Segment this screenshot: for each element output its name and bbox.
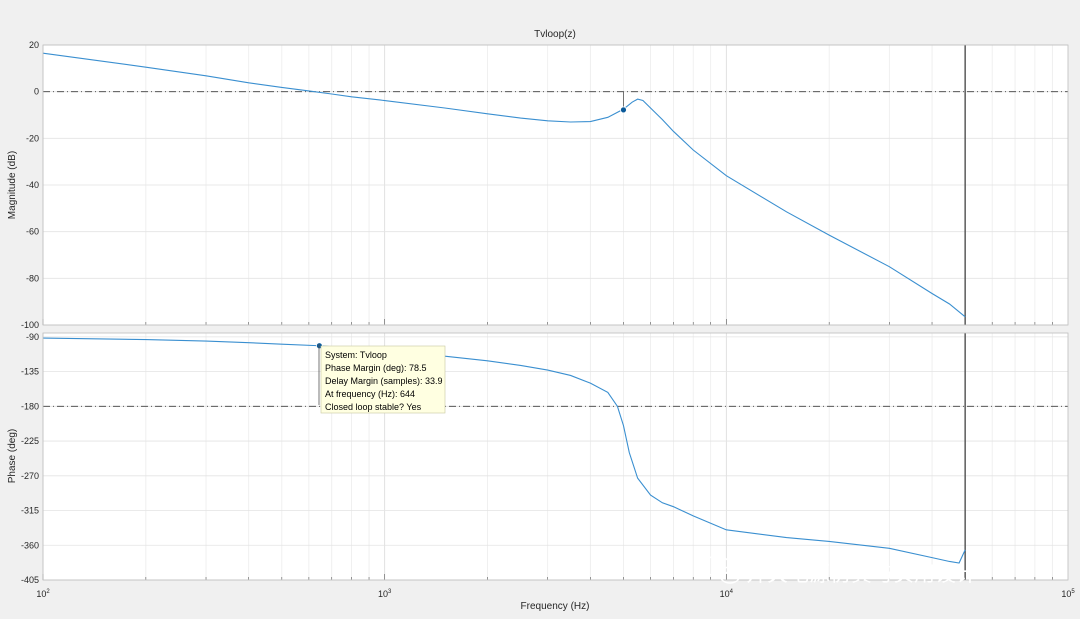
x-tick-label: 103 xyxy=(378,589,392,599)
x-tick-label: 104 xyxy=(720,589,734,599)
phase-axes[interactable]: -90-135-180-225-270-315-360-405 102 103 10… xyxy=(7,332,1075,599)
mag-y-tick-label: -20 xyxy=(26,133,39,143)
ph-y-tick-label: -90 xyxy=(26,332,39,342)
mag-y-tick-label: 0 xyxy=(34,87,39,97)
ph-y-tick-label: -225 xyxy=(21,436,39,446)
mag-y-tick-label: -100 xyxy=(21,320,39,330)
mag-y-tick-label: -60 xyxy=(26,227,39,237)
ph-y-tick-label: -135 xyxy=(21,367,39,377)
watermark-text: 开关电源仿真与实用设计 xyxy=(746,562,977,586)
x-tick-label: 105 xyxy=(1061,589,1075,599)
figure-title: Tvloop(z) xyxy=(534,29,576,40)
x-axis-label: Frequency (Hz) xyxy=(521,601,590,612)
ph-y-tick-label: -405 xyxy=(21,575,39,585)
datatip[interactable]: System: Tvloop Phase Margin (deg): 78.5 … xyxy=(318,344,446,414)
mag-y-tick-label: -40 xyxy=(26,180,39,190)
datatip-system: System: Tvloop xyxy=(325,350,387,360)
datatip-stable: Closed loop stable? Yes xyxy=(325,402,422,412)
ph-y-tick-label: -180 xyxy=(21,401,39,411)
datatip-frequency: At frequency (Hz): 644 xyxy=(325,389,415,399)
magnitude-y-ticks: -100 -80 -60 -40 -20 0 20 xyxy=(21,40,39,330)
magnitude-axes[interactable]: -100 -80 -60 -40 -20 0 20 Magnitude (dB) xyxy=(7,40,1069,330)
ph-y-tick-label: -270 xyxy=(21,471,39,481)
x-tick-label: 102 xyxy=(36,589,50,599)
datatip-phase-margin: Phase Margin (deg): 78.5 xyxy=(325,363,427,373)
phase-plot-area xyxy=(43,333,1068,580)
mag-y-tick-label: -80 xyxy=(26,273,39,283)
phase-y-ticks: -90 -135 -180 -225 -270 -315 -360 -405 xyxy=(21,332,39,585)
bode-figure: Tvloop(z) -100 -80 -60 -40 -20 0 20 Magnitude … xyxy=(7,29,1075,612)
ph-y-tick-label: -315 xyxy=(21,506,39,516)
ph-y-tick-label: -360 xyxy=(21,540,39,550)
mag-marker-dot xyxy=(620,106,627,114)
magnitude-ylabel: Magnitude (dB) xyxy=(7,151,18,219)
phase-x-ticks: 102 103 104 105 xyxy=(36,589,1075,599)
datatip-delay-margin: Delay Margin (samples): 33.9 xyxy=(325,376,443,386)
phase-ylabel: Phase (deg) xyxy=(7,429,18,483)
mag-y-tick-label: 20 xyxy=(29,40,39,50)
